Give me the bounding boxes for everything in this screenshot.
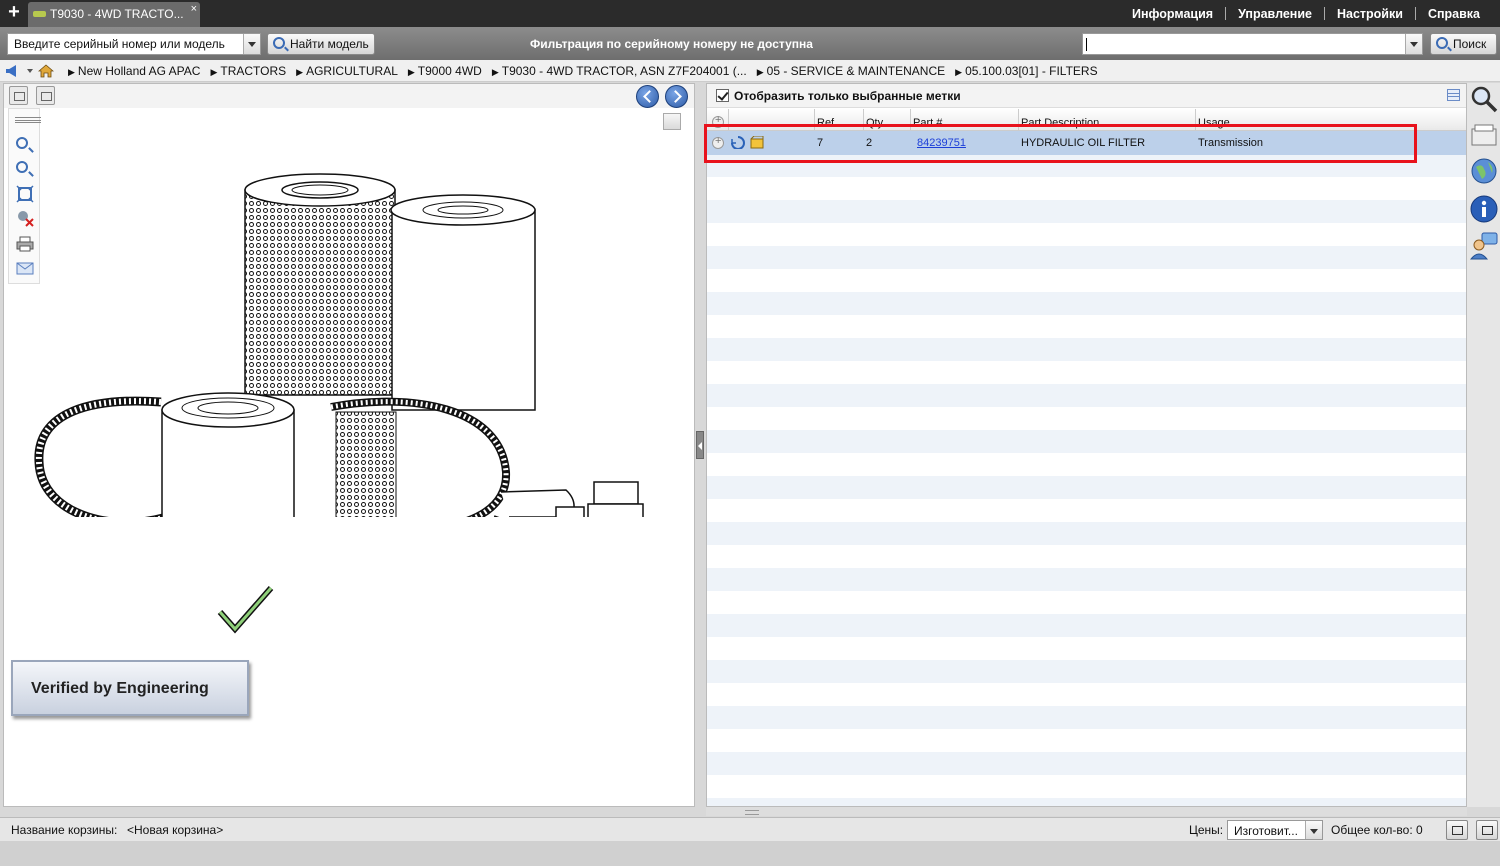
new-tab-button[interactable]: + <box>4 2 24 23</box>
checkmark-icon <box>217 586 274 634</box>
fullscreen-icon[interactable] <box>663 113 681 130</box>
top-menu: Информация Управление Настройки Справка <box>1132 0 1480 27</box>
home-icon[interactable] <box>38 64 54 78</box>
filters-illustration <box>34 173 644 517</box>
status-bar: Название корзины: <Новая корзина> Цены: … <box>0 817 1500 841</box>
breadcrumb-item[interactable]: AGRICULTURAL <box>296 64 398 78</box>
support-chat-icon[interactable] <box>1470 231 1498 261</box>
chevron-down-icon[interactable] <box>1405 34 1422 54</box>
breadcrumb-item[interactable]: 05 - SERVICE & MAINTENANCE <box>757 64 946 78</box>
columns-icon[interactable] <box>1447 89 1460 101</box>
tab-title: T9030 - 4WD TRACTO... <box>50 7 184 21</box>
globe-icon[interactable] <box>1470 157 1498 185</box>
illustration-panel: Verified by Engineering <box>3 83 695 807</box>
zoom-out-icon[interactable] <box>16 161 28 173</box>
tab-close-icon[interactable]: × <box>191 0 197 21</box>
breadcrumb-bar: New Holland AG APAC TRACTORS AGRICULTURA… <box>0 60 1500 82</box>
menu-settings[interactable]: Настройки <box>1337 7 1403 21</box>
prices-label: Цены: <box>1189 823 1224 837</box>
menu-help[interactable]: Справка <box>1428 7 1480 21</box>
breadcrumb-item[interactable]: T9000 4WD <box>408 64 482 78</box>
find-model-label: Найти модель <box>290 37 369 51</box>
prices-select-value: Изготовит... <box>1234 824 1298 838</box>
tractor-icon <box>33 11 46 17</box>
restore-window-icon[interactable] <box>1446 820 1468 840</box>
search-icon[interactable] <box>1470 85 1498 113</box>
breadcrumb-nav <box>6 62 58 80</box>
cart-name[interactable]: <Новая корзина> <box>127 823 223 837</box>
title-bar: + T9030 - 4WD TRACTO... × Информация Упр… <box>0 0 1500 27</box>
breadcrumb-item[interactable]: T9030 - 4WD TRACTOR, ASN Z7F204001 (... <box>492 64 747 78</box>
collapse-left-icon[interactable] <box>696 431 704 459</box>
info-icon[interactable] <box>1470 195 1498 223</box>
drag-handle-icon[interactable] <box>15 117 41 123</box>
search-button[interactable]: Поиск <box>1430 33 1497 55</box>
footer-bar <box>0 841 1500 866</box>
next-page-icon[interactable] <box>36 86 55 105</box>
next-arrow-icon[interactable] <box>665 85 688 108</box>
only-selected-checkbox[interactable] <box>716 89 729 102</box>
cart-name-label: Название корзины: <box>11 823 118 837</box>
chevron-down-icon[interactable] <box>1305 821 1322 839</box>
find-model-button[interactable]: Найти модель <box>267 33 375 55</box>
search-icon <box>1436 37 1448 49</box>
tab-t9030[interactable]: T9030 - 4WD TRACTO... × <box>28 2 200 27</box>
parts-list-header: Отобразить только выбранные метки <box>707 84 1466 108</box>
serial-model-text: Введите серийный номер или модель <box>14 37 225 51</box>
chevron-down-icon[interactable] <box>27 69 33 73</box>
back-arrow-icon[interactable] <box>6 65 16 77</box>
previous-arrow-icon[interactable] <box>636 85 659 108</box>
search-label: Поиск <box>1453 37 1487 51</box>
breadcrumb: New Holland AG APAC TRACTORS AGRICULTURA… <box>68 64 1108 78</box>
parts-table-body <box>707 131 1466 806</box>
total-quantity: Общее кол-во: 0 <box>1331 823 1423 837</box>
search-icon <box>273 37 285 49</box>
search-toolbar: Введите серийный номер или модель Найти … <box>0 27 1500 60</box>
text-caret <box>1086 38 1087 51</box>
prices-select[interactable]: Изготовит... <box>1227 820 1323 840</box>
verified-badge-text: Verified by Engineering <box>31 680 209 697</box>
panel-splitter[interactable] <box>695 83 706 807</box>
illustration-header <box>4 84 694 108</box>
menu-info[interactable]: Информация <box>1132 7 1213 21</box>
menu-manage[interactable]: Управление <box>1238 7 1312 21</box>
zoom-in-icon[interactable] <box>16 137 28 149</box>
catalog-icon[interactable] <box>1470 123 1498 148</box>
right-sidebar <box>1467 83 1500 807</box>
breadcrumb-item[interactable]: New Holland AG APAC <box>68 64 201 78</box>
only-selected-label: Отобразить только выбранные метки <box>734 89 961 103</box>
parts-list-panel: Отобразить только выбранные метки Ref Qt… <box>706 83 1467 807</box>
previous-page-icon[interactable] <box>9 86 28 105</box>
verified-badge: Verified by Engineering <box>11 660 249 716</box>
breadcrumb-item[interactable]: 05.100.03[01] - FILTERS <box>955 64 1098 78</box>
chevron-down-icon[interactable] <box>243 34 260 54</box>
breadcrumb-item[interactable]: TRACTORS <box>210 64 286 78</box>
highlight-box <box>704 124 1417 163</box>
serial-model-select[interactable]: Введите серийный номер или модель <box>7 33 261 55</box>
maximize-window-icon[interactable] <box>1476 820 1498 840</box>
search-input[interactable] <box>1082 33 1423 55</box>
filter-notice: Фильтрация по серийному номеру не доступ… <box>530 37 813 51</box>
resize-handle[interactable] <box>706 807 1467 816</box>
